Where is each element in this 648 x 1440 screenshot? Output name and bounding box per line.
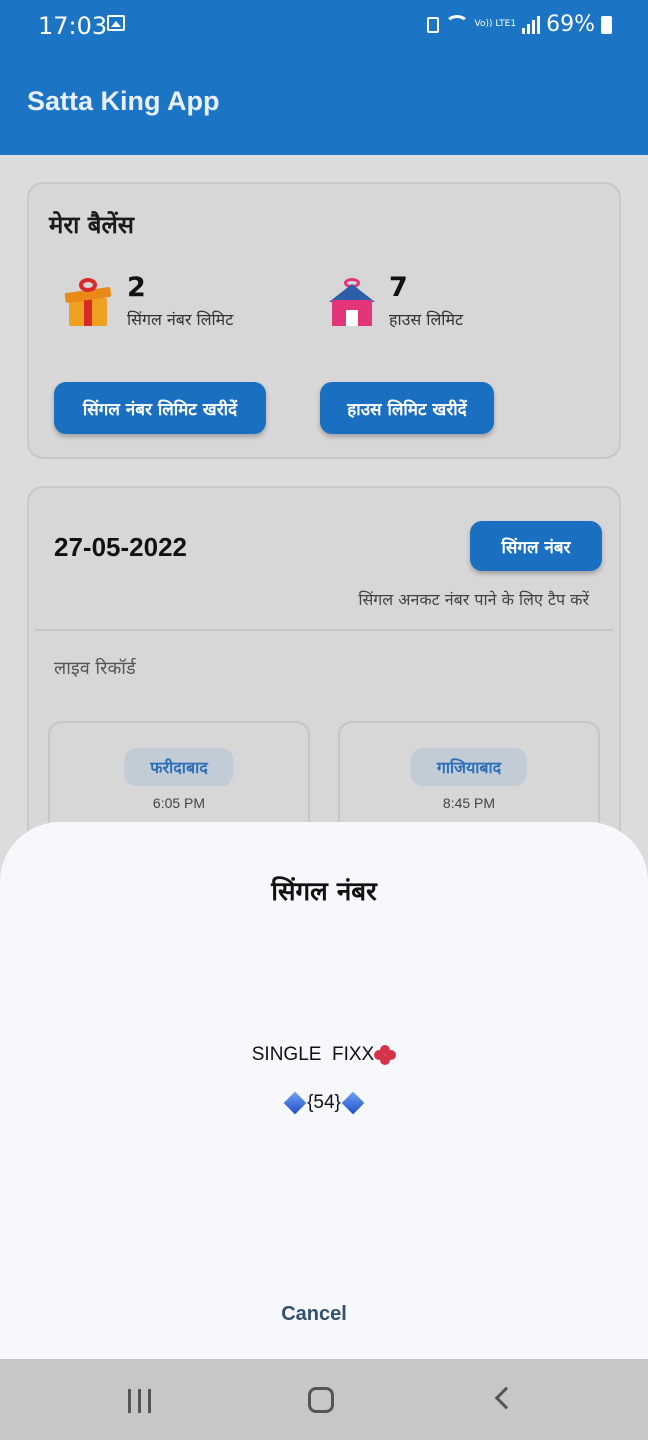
app-bar: Satta King App [0, 52, 648, 155]
balance-card: मेरा बैलेंस 2 सिंगल नंबर लिमिट 7 हाउस लि… [27, 182, 621, 459]
fixx-text: SINGLE FIXX [251, 1044, 375, 1065]
gift-icon [63, 278, 113, 328]
single-number-sheet: सिंगल नंबर SINGLE FIXX {54} Cancel [0, 822, 648, 1359]
game-name: गाजियाबाद [410, 748, 528, 786]
balance-title: मेरा बैलेंस [49, 211, 134, 239]
app-title: Satta King App [27, 86, 220, 116]
house-limit-value: 7 [389, 272, 408, 303]
buy-house-limit-button[interactable]: हाउस लिमिट खरीदें [320, 382, 494, 434]
status-bar: 17:03 Vo)) LTE1 69% [0, 0, 648, 52]
cancel-button[interactable]: Cancel [250, 1294, 378, 1334]
sheet-line-number: {54} [0, 1091, 648, 1115]
single-limit-block: 2 सिंगल नंबर लिमिट [63, 274, 233, 330]
live-record-label: लाइव रिकॉर्ड [54, 658, 136, 679]
single-limit-value: 2 [127, 272, 146, 303]
status-time: 17:03 [38, 12, 108, 40]
game-name: फरीदाबाद [124, 748, 234, 786]
diamond-icon [341, 1091, 365, 1115]
game-time: 8:45 PM [442, 795, 496, 811]
single-limit-label: सिंगल नंबर लिमिट [127, 310, 234, 329]
hibiscus-icon [374, 1044, 397, 1065]
single-number-button[interactable]: सिंगल नंबर [470, 521, 602, 571]
status-icons: Vo)) LTE1 69% [426, 12, 612, 37]
system-nav-bar [0, 1359, 648, 1440]
signal-icon [522, 15, 541, 34]
divider [35, 629, 613, 631]
diamond-icon [283, 1091, 307, 1115]
wifi-icon [444, 14, 469, 35]
battery-icon [601, 15, 612, 34]
gallery-icon [107, 15, 125, 31]
sheet-title: सिंगल नंबर [271, 877, 377, 907]
house-gift-icon [329, 278, 375, 328]
home-icon[interactable] [308, 1387, 334, 1413]
fixed-number: {54} [307, 1092, 341, 1113]
battery-percent: 69% [546, 12, 595, 37]
game-time: 6:05 PM [152, 795, 206, 811]
house-limit-block: 7 हाउस लिमिट [329, 274, 463, 330]
lock-icon [426, 16, 439, 33]
back-icon[interactable] [494, 1386, 518, 1410]
recent-apps-icon[interactable] [128, 1389, 151, 1413]
sheet-line-fixx: SINGLE FIXX [0, 1044, 648, 1066]
network-label: Vo)) LTE1 [474, 19, 517, 29]
house-limit-label: हाउस लिमिट [389, 310, 464, 329]
buy-single-limit-button[interactable]: सिंगल नंबर लिमिट खरीदें [54, 382, 266, 434]
tap-hint: सिंगल अनकट नंबर पाने के लिए टैप करें [358, 590, 589, 609]
record-date: 27-05-2022 [54, 532, 187, 562]
